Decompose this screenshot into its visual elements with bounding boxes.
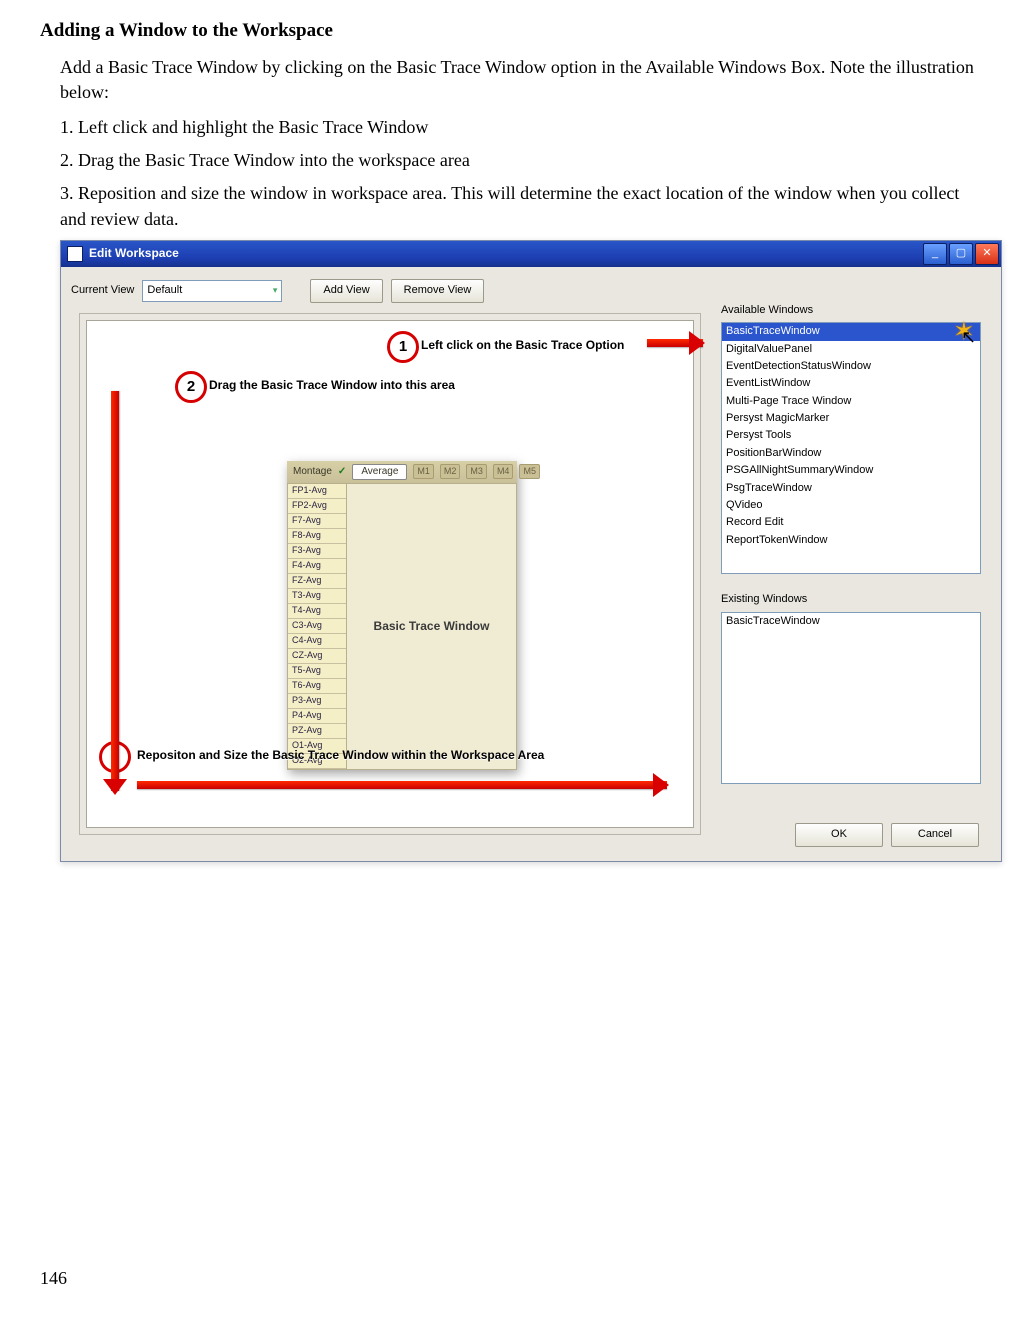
m2-button[interactable]: M2: [440, 464, 461, 479]
m4-button[interactable]: M4: [493, 464, 514, 479]
check-icon: ✓: [338, 465, 346, 479]
add-view-button[interactable]: Add View: [310, 279, 382, 303]
annotation-badge-1: 1: [387, 331, 419, 363]
step-1: 1. Left click and highlight the Basic Tr…: [40, 115, 980, 140]
channel-label: C3-Avg: [288, 619, 346, 634]
annotation-text-1: Left click on the Basic Trace Option: [421, 337, 624, 354]
arrow-down: [111, 391, 119, 791]
channel-label: T3-Avg: [288, 589, 346, 604]
m3-button[interactable]: M3: [466, 464, 487, 479]
available-item[interactable]: QVideo: [722, 497, 980, 514]
channel-label: FP1-Avg: [288, 484, 346, 499]
screenshot-edit-workspace: Edit Workspace _ ▢ ✕ Current View Defaul…: [60, 240, 1002, 862]
remove-view-button[interactable]: Remove View: [391, 279, 485, 303]
channel-label: F4-Avg: [288, 559, 346, 574]
available-item[interactable]: EventDetectionStatusWindow: [722, 358, 980, 375]
app-icon: [67, 246, 83, 262]
close-button[interactable]: ✕: [975, 243, 999, 265]
channel-label: T4-Avg: [288, 604, 346, 619]
existing-windows-label: Existing Windows: [721, 592, 981, 607]
current-view-label: Current View: [71, 283, 134, 298]
montage-label: Montage: [293, 465, 332, 479]
step-2: 2. Drag the Basic Trace Window into the …: [40, 148, 980, 173]
channel-label: CZ-Avg: [288, 649, 346, 664]
available-item[interactable]: DigitalValuePanel: [722, 341, 980, 358]
available-windows-label: Available Windows: [721, 303, 981, 318]
workspace-area[interactable]: Montage ✓ Average M1 M2 M3 M4 M5 FP1-Avg…: [86, 320, 694, 828]
trace-caption: Basic Trace Window: [347, 484, 516, 769]
page-number: 146: [40, 1266, 67, 1291]
available-item[interactable]: PsgTraceWindow: [722, 480, 980, 497]
annotation-text-2: Drag the Basic Trace Window into this ar…: [209, 377, 455, 394]
section-heading: Adding a Window to the Workspace: [40, 18, 980, 45]
ok-button[interactable]: OK: [795, 823, 883, 847]
channel-label: F8-Avg: [288, 529, 346, 544]
channel-label: FZ-Avg: [288, 574, 346, 589]
cancel-button[interactable]: Cancel: [891, 823, 979, 847]
channel-label: P3-Avg: [288, 694, 346, 709]
available-item[interactable]: PositionBarWindow: [722, 445, 980, 462]
titlebar[interactable]: Edit Workspace _ ▢ ✕: [61, 241, 1001, 267]
step-3: 3. Reposition and size the window in wor…: [40, 181, 980, 231]
annotation-text-3: Repositon and Size the Basic Trace Windo…: [137, 747, 544, 764]
arrow-right-bottom: [137, 781, 667, 789]
m1-button[interactable]: M1: [413, 464, 434, 479]
available-item[interactable]: Persyst Tools: [722, 427, 980, 444]
available-item[interactable]: ReportTokenWindow: [722, 532, 980, 549]
available-item[interactable]: Record Edit: [722, 514, 980, 531]
available-windows-listbox[interactable]: BasicTraceWindowDigitalValuePanelEventDe…: [721, 322, 981, 574]
channel-label: T5-Avg: [288, 664, 346, 679]
channel-label: PZ-Avg: [288, 724, 346, 739]
arrow-right-1: [647, 339, 703, 347]
existing-item[interactable]: BasicTraceWindow: [722, 613, 980, 630]
basic-trace-window[interactable]: Montage ✓ Average M1 M2 M3 M4 M5 FP1-Avg…: [287, 461, 517, 770]
annotation-badge-2: 2: [175, 371, 207, 403]
available-item[interactable]: Persyst MagicMarker: [722, 410, 980, 427]
available-item[interactable]: Multi-Page Trace Window: [722, 393, 980, 410]
channel-label: F3-Avg: [288, 544, 346, 559]
workspace-frame: Montage ✓ Average M1 M2 M3 M4 M5 FP1-Avg…: [79, 313, 701, 835]
intro-paragraph: Add a Basic Trace Window by clicking on …: [40, 55, 980, 105]
maximize-button[interactable]: ▢: [949, 243, 973, 265]
channel-label: F7-Avg: [288, 514, 346, 529]
trace-toolbar[interactable]: Montage ✓ Average M1 M2 M3 M4 M5: [287, 461, 517, 483]
montage-select[interactable]: Average: [352, 464, 407, 480]
existing-windows-listbox[interactable]: BasicTraceWindow: [721, 612, 981, 784]
channel-label: C4-Avg: [288, 634, 346, 649]
available-item[interactable]: BasicTraceWindow: [722, 323, 980, 340]
channel-label: T6-Avg: [288, 679, 346, 694]
available-item[interactable]: EventListWindow: [722, 375, 980, 392]
chevron-down-icon: ▾: [273, 284, 278, 297]
available-item[interactable]: PSGAllNightSummaryWindow: [722, 462, 980, 479]
current-view-dropdown[interactable]: Default ▾: [142, 280, 282, 302]
window-title: Edit Workspace: [89, 245, 179, 262]
current-view-value: Default: [147, 283, 182, 298]
channel-label: FP2-Avg: [288, 499, 346, 514]
channel-label: P4-Avg: [288, 709, 346, 724]
m5-button[interactable]: M5: [519, 464, 540, 479]
cursor-icon: ↖: [961, 325, 976, 350]
minimize-button[interactable]: _: [923, 243, 947, 265]
